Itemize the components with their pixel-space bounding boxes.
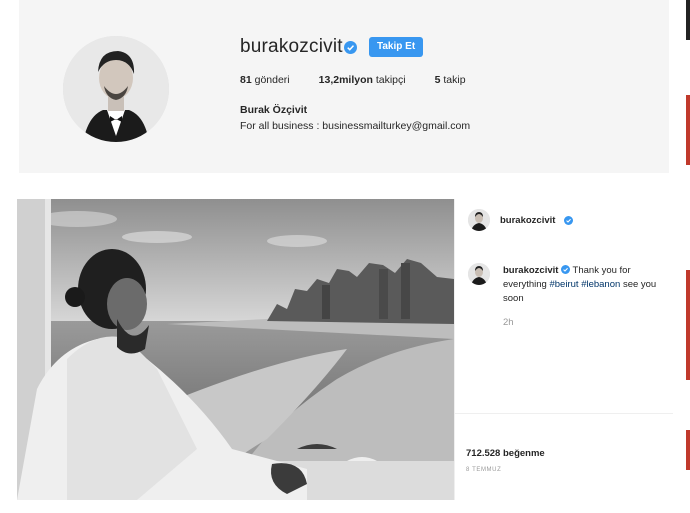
followers-value: 13,2milyon: [318, 74, 373, 86]
hashtag-lebanon[interactable]: #lebanon: [581, 279, 620, 290]
caption-time-ago: 2h: [503, 317, 514, 328]
hashtag-beirut[interactable]: #beirut: [549, 279, 578, 290]
posts-value: 81: [240, 74, 252, 86]
post-caption: burakozcivit Thank you for everything #b…: [503, 264, 668, 306]
following-value: 5: [434, 74, 441, 86]
page-edge-strip: [686, 0, 690, 513]
profile-full-name: Burak Özçivit: [240, 104, 308, 116]
following-count[interactable]: 5 takip: [435, 74, 466, 86]
post-date[interactable]: 8 TEMMUZ: [466, 467, 501, 473]
posts-count[interactable]: 81 gönderi: [240, 74, 290, 86]
profile-header: burakozcivit Takip Et 81 gönderi 13,2mil…: [19, 0, 669, 173]
post-header-username[interactable]: burakozcivit: [500, 215, 555, 226]
likes-count[interactable]: 712.528 beğenme: [466, 448, 545, 459]
followers-count[interactable]: 13,2milyon takipçi: [319, 74, 406, 86]
post-header-avatar[interactable]: [468, 209, 490, 231]
sidebar-divider: [455, 413, 673, 414]
caption-username[interactable]: burakozcivit: [503, 265, 558, 276]
verified-badge-icon: [564, 216, 573, 225]
verified-badge-icon: [561, 265, 571, 274]
caption-avatar[interactable]: [468, 263, 490, 285]
followers-label: takipçi: [375, 74, 406, 86]
profile-bio: For all business : businessmailturkey@gm…: [240, 120, 471, 132]
post-image[interactable]: [17, 199, 454, 500]
profile-stats: 81 gönderi 13,2milyon takipçi 5 takip: [240, 74, 495, 86]
verified-badge-icon: [344, 41, 357, 54]
follow-button[interactable]: Takip Et: [369, 37, 424, 57]
profile-username: burakozcivit: [240, 36, 343, 57]
profile-avatar[interactable]: [63, 36, 169, 142]
post-sidebar: burakozcivit burakozcivit Thank you for …: [454, 199, 673, 500]
following-label: takip: [443, 74, 466, 86]
posts-label: gönderi: [254, 74, 290, 86]
